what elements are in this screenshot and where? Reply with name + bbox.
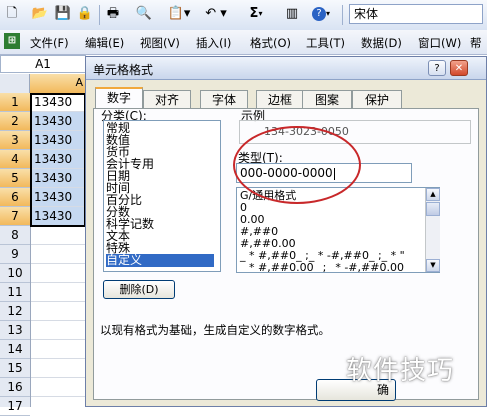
description-text: 以现有格式为基础，生成自定义的数字格式。 <box>100 323 330 337</box>
row-headers: 1 2 3 4 5 6 7 8 9 10 11 12 13 14 15 16 1… <box>0 93 31 416</box>
row-header[interactable]: 10 <box>0 264 30 283</box>
red-annotation-ellipse <box>233 126 361 204</box>
dialog-close-button[interactable]: ✕ <box>450 60 468 76</box>
menu-window[interactable]: 窗口(W) <box>418 35 461 51</box>
paste-icon[interactable]: 📋▾ <box>165 5 193 23</box>
row-header[interactable]: 12 <box>0 302 30 321</box>
sum-icon[interactable]: Σ ▾ <box>243 5 269 23</box>
row-header[interactable]: 3 <box>0 131 30 150</box>
row-header[interactable]: 6 <box>0 188 30 207</box>
chart-icon[interactable]: ▥ <box>283 5 301 23</box>
row-header[interactable]: 16 <box>0 378 30 397</box>
menu-view[interactable]: 视图(V) <box>140 35 180 51</box>
menu-bar: ⊞ 文件(F) 编辑(E) 视图(V) 插入(I) 格式(O) 工具(T) 数据… <box>0 30 487 55</box>
row-header[interactable]: 8 <box>0 226 30 245</box>
tab-number[interactable]: 数字 <box>95 87 143 109</box>
tab-border[interactable]: 边框 <box>256 90 304 108</box>
research-icon[interactable]: 🔍 <box>135 5 153 23</box>
scroll-down-icon[interactable]: ▼ <box>426 259 440 272</box>
row-header[interactable]: 7 <box>0 207 30 226</box>
toolbar-separator <box>99 5 100 25</box>
open-icon[interactable]: 📂 <box>31 5 49 23</box>
row-header[interactable]: 9 <box>0 245 30 264</box>
toolbar-separator <box>342 5 343 25</box>
menu-tools[interactable]: 工具(T) <box>306 35 345 51</box>
row-header[interactable]: 14 <box>0 340 30 359</box>
menu-insert[interactable]: 插入(I) <box>196 35 231 51</box>
format-item[interactable]: _ * #,##0.00_ ;_ * -#,##0.00_ <box>240 262 409 273</box>
standard-toolbar: 🗋 📂 💾 🔒 🖶 🔍 📋▾ ↶ ▾ Σ ▾ ▥ ? ▾ 宋体 <box>0 0 487 31</box>
column-header-a[interactable]: A <box>30 74 86 93</box>
category-list[interactable]: 常规 数值 货币 会计专用 日期 时间 百分比 分数 科学记数 文本 特殊 自定… <box>103 120 221 272</box>
row-header[interactable]: 13 <box>0 321 30 340</box>
tab-patterns[interactable]: 图案 <box>302 90 352 108</box>
select-all-corner[interactable] <box>0 74 30 93</box>
menu-edit[interactable]: 编辑(E) <box>85 35 124 51</box>
print-icon[interactable]: 🖶 <box>104 5 122 23</box>
row-header[interactable]: 4 <box>0 150 30 169</box>
save-icon[interactable]: 💾 <box>54 5 72 23</box>
selection-border <box>30 93 86 227</box>
tab-font[interactable]: 字体 <box>200 90 248 108</box>
row-header[interactable]: 11 <box>0 283 30 302</box>
dialog-title: 单元格格式 <box>93 63 154 77</box>
menu-format[interactable]: 格式(O) <box>250 35 291 51</box>
format-list-scrollbar[interactable]: ▲ ▼ <box>425 188 440 272</box>
row-header[interactable]: 15 <box>0 359 30 378</box>
scroll-thumb[interactable] <box>426 202 440 216</box>
menu-data[interactable]: 数据(D) <box>361 35 402 51</box>
new-icon[interactable]: 🗋 <box>3 5 21 23</box>
tab-alignment[interactable]: 对齐 <box>143 90 191 108</box>
menu-file[interactable]: 文件(F) <box>30 35 69 51</box>
dialog-title-bar[interactable]: 单元格格式 ? ✕ <box>86 57 486 80</box>
format-code-list[interactable]: G/通用格式 0 0.00 #,##0 #,##0.00 _ * #,##0_ … <box>236 187 440 273</box>
watermark-text: 软件技巧 <box>346 356 455 386</box>
category-item-selected[interactable]: 自定义 <box>106 254 214 267</box>
excel-app-icon[interactable]: ⊞ <box>4 33 20 49</box>
row-header[interactable]: 2 <box>0 112 30 131</box>
help-icon[interactable]: ? ▾ <box>308 5 334 23</box>
tab-protection[interactable]: 保护 <box>352 90 402 108</box>
menu-help[interactable]: 帮 <box>470 35 482 51</box>
row-header[interactable]: 5 <box>0 169 30 188</box>
row-header[interactable]: 1 <box>0 93 30 112</box>
scroll-up-icon[interactable]: ▲ <box>426 188 440 201</box>
font-name-box[interactable]: 宋体 <box>349 4 483 24</box>
name-box[interactable]: A1 <box>0 55 86 73</box>
delete-button[interactable]: 删除(D) <box>103 280 175 299</box>
permission-icon[interactable]: 🔒 <box>76 5 94 23</box>
dialog-help-button[interactable]: ? <box>428 60 446 76</box>
undo-icon[interactable]: ↶ ▾ <box>201 5 231 23</box>
